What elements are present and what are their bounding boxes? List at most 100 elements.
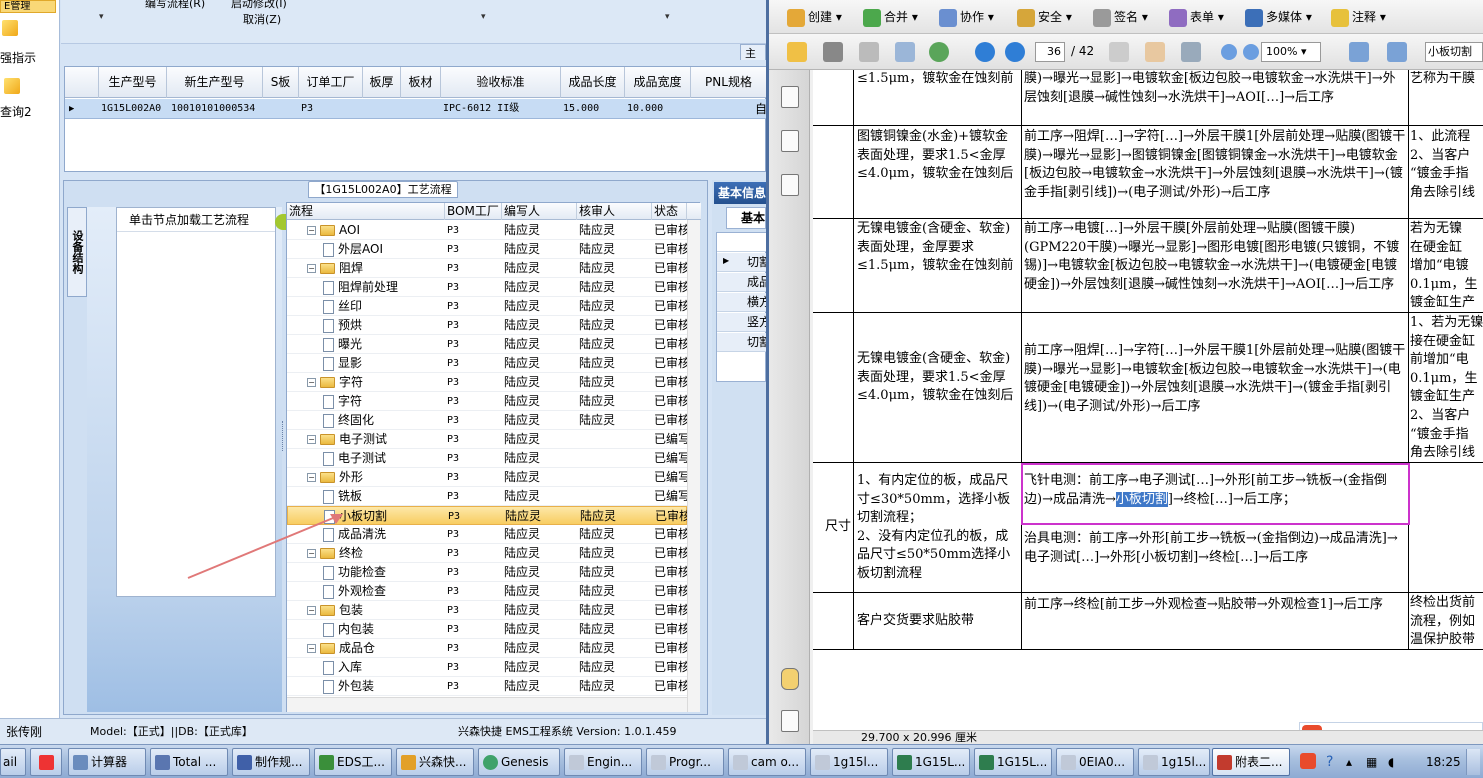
tree-row[interactable]: 外层AOI P3 陆应灵 陆应灵 已审核 [287,240,687,259]
table-row[interactable]: 切割 [717,333,766,352]
column-header[interactable]: PNL规格 [691,67,766,98]
tab-basic[interactable]: 基本 [726,207,766,229]
nav-item-query2[interactable]: 查询2 [0,103,32,120]
zoom-in-icon[interactable] [1243,44,1259,60]
collapse-toggle-icon[interactable]: − [307,264,316,273]
tree-node[interactable]: 入库 [323,658,445,677]
tree-node[interactable]: − 包装 [307,601,445,620]
vertical-scrollbar[interactable] [687,220,700,712]
tree-node[interactable]: 内包装 [323,620,445,639]
tree-node[interactable]: − 电子测试 [307,430,445,449]
tree-row[interactable]: 电子测试 P3 陆应灵 已编写 [287,449,687,468]
tree-row[interactable]: 字符 P3 陆应灵 陆应灵 已审核 [287,392,687,411]
select-tool-icon[interactable] [1109,42,1129,62]
next-page-icon[interactable] [1005,42,1025,62]
edit-flow-button[interactable]: 编写流程(R) [145,0,205,11]
tree-node[interactable]: 曝光 [323,335,445,354]
tree-node[interactable]: 丝印 [323,297,445,316]
tree-node[interactable]: − 字符 [307,373,445,392]
tree-node[interactable]: 电子测试 [323,449,445,468]
column-header[interactable]: 订单工厂 [299,67,363,98]
task-button[interactable]: 兴森快... [396,748,474,776]
column-header[interactable]: BOM工厂 [445,203,502,220]
tree-node[interactable]: 字符 [323,392,445,411]
print-icon[interactable] [823,42,843,62]
column-header[interactable]: 生产型号 [99,67,167,98]
open-folder-icon[interactable] [787,42,807,62]
task-button[interactable]: 制作规... [232,748,310,776]
zoom-select[interactable]: 100% ▾ [1261,42,1321,62]
column-header[interactable]: 状态 [652,203,687,220]
task-button[interactable]: Total ... [150,748,228,776]
tree-row[interactable]: − 包装 P3 陆应灵 陆应灵 已审核 [287,601,687,620]
column-header[interactable]: 新生产型号 [167,67,263,98]
fit-width-icon[interactable] [1387,42,1407,62]
table-row[interactable]: 成品 [717,273,766,292]
tree-row[interactable]: − 外形 P3 陆应灵 已编写 [287,468,687,487]
collapse-toggle-icon[interactable]: − [307,644,316,653]
comment-menu[interactable]: 注释 ▾ [1331,6,1386,28]
tree-row[interactable]: 预烘 P3 陆应灵 陆应灵 已审核 [287,316,687,335]
horizontal-scrollbar[interactable] [287,697,687,712]
secure-menu[interactable]: 安全 ▾ [1017,6,1072,28]
column-header[interactable]: 成品长度 [561,67,625,98]
tree-row[interactable]: 曝光 P3 陆应灵 陆应灵 已审核 [287,335,687,354]
column-header[interactable]: 流程 [287,203,445,220]
tree-node[interactable]: − 成品仓 [307,639,445,658]
cancel-button[interactable]: 取消(Z) [243,11,281,27]
task-button[interactable]: 计算器 [68,748,146,776]
column-header[interactable]: 板材 [401,67,441,98]
web-icon[interactable] [929,42,949,62]
combine-menu[interactable]: 合并 ▾ [863,6,918,28]
network-icon[interactable]: ▦ [1366,748,1377,776]
column-header[interactable]: 编写人 [502,203,577,220]
zoom-tool-icon[interactable] [1181,42,1201,62]
collapse-toggle-icon[interactable]: − [307,435,316,444]
email-icon[interactable] [895,42,915,62]
tree-node[interactable]: 显影 [323,354,445,373]
tree-node[interactable]: − 阻焊 [307,259,445,278]
tree-row[interactable]: 内包装 P3 陆应灵 陆应灵 已审核 [287,620,687,639]
collaborate-menu[interactable]: 协作 ▾ [939,6,994,28]
page-number-input[interactable]: 36 [1035,42,1065,62]
tab-basic-info[interactable]: 基本信息 [714,182,766,204]
bookmarks-icon[interactable] [781,130,799,152]
pages-icon[interactable] [781,86,799,108]
task-button[interactable]: 1g15l... [1138,748,1210,776]
tree-node[interactable]: 外层AOI [323,240,445,259]
create-menu[interactable]: 创建 ▾ [787,6,842,28]
task-button[interactable] [30,748,62,776]
dropdown-arrow-icon[interactable]: ▾ [665,12,670,22]
task-button[interactable]: 1G15L... [892,748,970,776]
tree-row[interactable]: − 字符 P3 陆应灵 陆应灵 已审核 [287,373,687,392]
table-row[interactable]: ▶ 切割 [717,253,766,272]
table-row[interactable]: 横方 [717,293,766,312]
task-button[interactable]: Progr... [646,748,724,776]
nav-item-instruction[interactable]: 强指示 [0,49,36,66]
tree-node[interactable]: − AOI [307,221,445,240]
start-edit-button[interactable]: 启动修改(I) [231,0,287,11]
tree-row[interactable]: 丝印 P3 陆应灵 陆应灵 已审核 [287,297,687,316]
tree-row[interactable]: − 阻焊 P3 陆应灵 陆应灵 已审核 [287,259,687,278]
signatures-icon[interactable] [781,174,799,196]
dropdown-arrow-icon[interactable]: ▾ [481,12,486,22]
column-header[interactable]: 核审人 [577,203,652,220]
comments-icon[interactable] [781,668,799,690]
task-button[interactable]: 1g15l... [810,748,888,776]
column-header[interactable]: 板厚 [363,67,401,98]
tree-row[interactable]: − 电子测试 P3 陆应灵 已编写 [287,430,687,449]
tree-node[interactable]: 预烘 [323,316,445,335]
sogou-tray-icon[interactable] [1300,753,1316,769]
clock[interactable]: 18:25 [1426,748,1461,776]
tree-row[interactable]: 外包装 P3 陆应灵 陆应灵 已审核 [287,677,687,696]
collapse-toggle-icon[interactable]: − [307,226,316,235]
help-icon[interactable]: ? [1326,748,1333,776]
tab-main[interactable]: 主要 [740,44,766,60]
tree-node[interactable]: 终固化 [323,411,445,430]
tree-row[interactable]: − 成品仓 P3 陆应灵 陆应灵 已审核 [287,639,687,658]
task-button[interactable]: 1G15L... [974,748,1052,776]
tab-device-structure[interactable]: 设备结构 [67,207,87,297]
task-button[interactable]: Genesis [478,748,560,776]
tray-arrow-icon[interactable]: ▴ [1346,748,1352,776]
collapse-toggle-icon[interactable]: − [307,473,316,482]
